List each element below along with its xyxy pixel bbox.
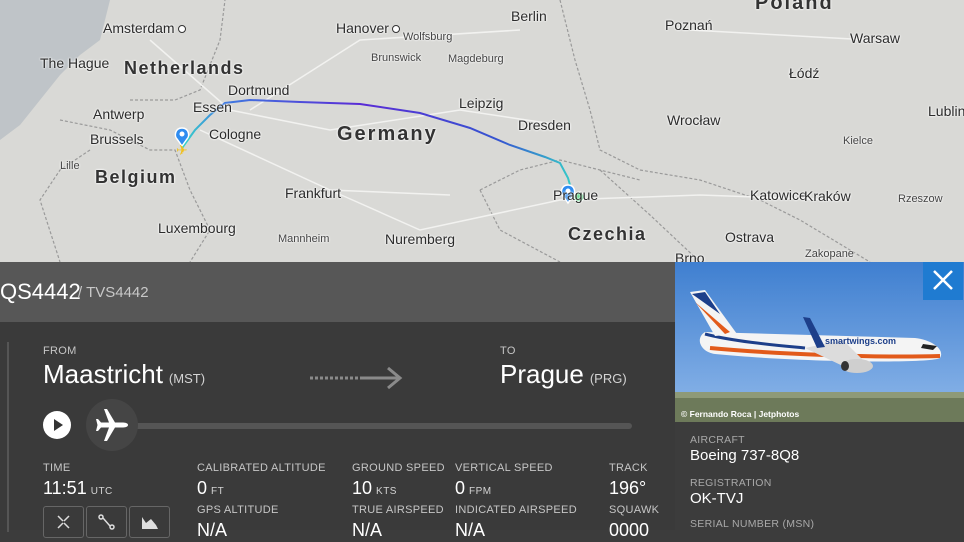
- city-label: Mannheim: [278, 233, 330, 245]
- flight-map[interactable]: ✈ Amsterdam The Hague Netherlands Antwer…: [0, 0, 964, 262]
- city-label: Poznań: [665, 17, 713, 33]
- indicated-airspeed-label: INDICATED AIRSPEED: [455, 504, 577, 516]
- city-label: Nuremberg: [385, 231, 456, 247]
- progress-handle[interactable]: [86, 399, 138, 451]
- city-label: Warsaw: [850, 30, 901, 46]
- destination-code: (PRG): [589, 371, 627, 386]
- close-icon: [933, 270, 953, 290]
- aircraft-photo[interactable]: smartwings.com © Fernando Roca | Jetphot…: [675, 262, 964, 422]
- city-label: The Hague: [40, 55, 110, 71]
- city-label: Hanover: [336, 20, 400, 36]
- destination-city: Prague: [500, 359, 584, 389]
- city-label: Prague: [553, 187, 599, 203]
- city-label: Magdeburg: [448, 53, 504, 65]
- city-label: Lublin: [928, 103, 964, 119]
- gps-altitude-label: GPS ALTITUDE: [197, 504, 279, 516]
- city-label: Leipzig: [459, 95, 504, 111]
- vertical-speed-label: VERTICAL SPEED: [455, 462, 553, 474]
- airplane-icon: [96, 409, 128, 441]
- time-label: TIME: [43, 462, 71, 474]
- city-label: Brussels: [90, 131, 144, 147]
- vertical-speed-value: 0 FPM: [455, 478, 492, 498]
- svg-text:✈: ✈: [176, 143, 188, 159]
- flight-alt-callsign: / TVS4442: [78, 284, 149, 301]
- city-label: Cologne: [209, 126, 262, 142]
- country-label: Czechia: [568, 224, 647, 244]
- city-label: Antwerp: [93, 106, 145, 122]
- city-label: Luxembourg: [158, 220, 236, 236]
- chart-icon[interactable]: [129, 506, 170, 538]
- city-label: Lille: [60, 160, 80, 172]
- map-controls: [43, 506, 172, 538]
- route-section: FROM Maastricht (MST) TO Prague (PRG) TIME…: [0, 322, 675, 540]
- city-label: Łódź: [789, 65, 820, 81]
- city-label: Essen: [193, 99, 232, 115]
- country-label: Germany: [337, 123, 438, 145]
- gps-altitude-value: N/A: [197, 520, 228, 540]
- play-icon[interactable]: [43, 411, 71, 439]
- progress-track[interactable]: [88, 423, 632, 429]
- divider: [7, 342, 9, 532]
- flight-header: QS4442 / TVS4442: [0, 262, 675, 322]
- photo-credit: © Fernando Roca | Jetphotos: [681, 409, 800, 419]
- origin-airport[interactable]: Maastricht (MST): [43, 359, 205, 390]
- registration-label: REGISTRATION: [690, 477, 772, 489]
- city-label: Wolfsburg: [403, 31, 453, 43]
- city-label: Brunswick: [371, 52, 422, 64]
- country-label: Poland: [755, 0, 834, 14]
- true-airspeed-label: TRUE AIRSPEED: [352, 504, 444, 516]
- time-value: 11:51 UTC: [43, 478, 113, 498]
- country-label: Netherlands: [124, 58, 245, 78]
- true-airspeed-value: N/A: [352, 520, 383, 540]
- city-label: Berlin: [511, 8, 547, 24]
- origin-code: (MST): [168, 371, 206, 386]
- aircraft-panel: smartwings.com © Fernando Roca | Jetphot…: [675, 262, 964, 530]
- aircraft-type-value[interactable]: Boeing 737-8Q8: [690, 447, 799, 464]
- track-value: 196°: [609, 478, 647, 498]
- close-button[interactable]: [923, 262, 963, 300]
- city-label: Wrocław: [667, 112, 721, 128]
- calibrated-altitude-label: CALIBRATED ALTITUDE: [197, 462, 326, 474]
- ground-speed-label: GROUND SPEED: [352, 462, 445, 474]
- flight-callsign: QS4442: [0, 279, 81, 304]
- city-label: Kraków: [804, 188, 851, 204]
- city-label: Dortmund: [228, 82, 290, 98]
- calibrated-altitude-value: 0 FT: [197, 478, 225, 498]
- indicated-airspeed-value: N/A: [455, 520, 486, 540]
- origin-city: Maastricht: [43, 359, 163, 389]
- squawk-label: SQUAWK: [609, 504, 660, 516]
- country-label: Belgium: [95, 167, 177, 187]
- registration-value[interactable]: OK-TVJ: [690, 490, 743, 507]
- city-label: Frankfurt: [285, 185, 342, 201]
- city-label: Zakopane: [805, 248, 854, 260]
- map-canvas: ✈: [0, 0, 871, 262]
- expand-icon[interactable]: [43, 506, 84, 538]
- route-icon[interactable]: [86, 506, 127, 538]
- serial-number-label: SERIAL NUMBER (MSN): [690, 518, 815, 530]
- aircraft-label: AIRCRAFT: [690, 434, 745, 446]
- svg-text:smartwings.com: smartwings.com: [825, 336, 896, 346]
- flight-info-panel: QS4442 / TVS4442 FROM Maastricht (MST) TO…: [0, 262, 675, 540]
- from-label: FROM: [43, 345, 77, 357]
- city-label: Katowice: [750, 187, 807, 203]
- city-label: Rzeszow: [898, 193, 943, 205]
- city-label: Brno: [675, 250, 705, 262]
- squawk-value: 0000: [609, 520, 650, 540]
- city-label: Ostrava: [725, 229, 775, 245]
- destination-airport[interactable]: Prague (PRG): [500, 359, 627, 390]
- city-label: Dresden: [518, 117, 571, 133]
- track-label: TRACK: [609, 462, 648, 474]
- route-arrow-icon: [310, 366, 403, 390]
- ground-speed-value: 10 KTS: [352, 478, 397, 498]
- to-label: TO: [500, 345, 516, 357]
- city-label: Kielce: [843, 135, 873, 147]
- city-label: Amsterdam: [103, 20, 186, 36]
